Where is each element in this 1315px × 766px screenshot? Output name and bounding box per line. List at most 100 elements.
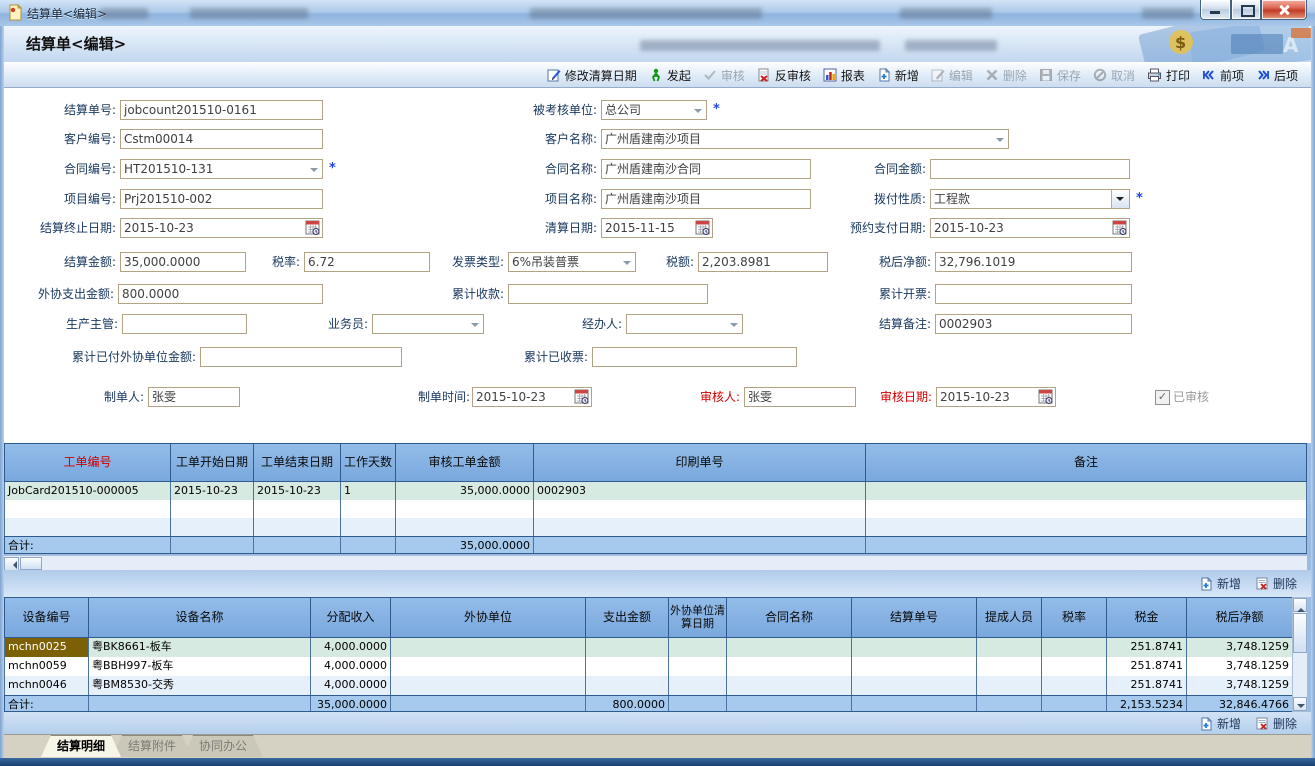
- unaudit-button[interactable]: 反审核: [752, 64, 816, 86]
- scroll-down-button[interactable]: [1293, 697, 1307, 711]
- previous-item-button[interactable]: 前项: [1197, 64, 1249, 86]
- column-header[interactable]: 工单开始日期: [171, 444, 254, 481]
- chevron-down-icon[interactable]: [694, 109, 702, 117]
- audit-button[interactable]: 审核: [698, 64, 750, 86]
- column-header[interactable]: 外协单位清算日期: [669, 598, 727, 637]
- footer-delete-button[interactable]: 删除: [1255, 715, 1297, 732]
- tab-collaboration[interactable]: 协同办公: [183, 735, 263, 757]
- scrollbar-thumb[interactable]: [1293, 613, 1307, 653]
- modify-liquidation-date-button[interactable]: 修改清算日期: [542, 64, 642, 86]
- chevron-down-icon[interactable]: [996, 138, 1004, 146]
- outsourcing-expense-input[interactable]: 800.0000: [118, 284, 323, 304]
- scrollbar-thumb[interactable]: [20, 557, 42, 570]
- horizontal-scrollbar[interactable]: [4, 555, 1307, 571]
- print-button[interactable]: 打印: [1142, 64, 1195, 86]
- minimize-button[interactable]: [1200, 0, 1231, 20]
- net-after-tax-input[interactable]: 32,796.1019: [935, 252, 1132, 272]
- maximize-button[interactable]: [1231, 0, 1261, 20]
- column-header[interactable]: 税后净额: [1187, 598, 1293, 637]
- workorder-row-empty[interactable]: [4, 518, 1307, 536]
- chevron-down-icon[interactable]: [471, 323, 479, 331]
- cancel-button[interactable]: 取消: [1088, 64, 1140, 86]
- audit-date-input[interactable]: 2015-10-23: [936, 387, 1056, 407]
- next-item-button[interactable]: 后项: [1251, 64, 1303, 86]
- liquidation-date-input[interactable]: 2015-11-15: [601, 218, 713, 238]
- vertical-scrollbar[interactable]: [1292, 597, 1308, 712]
- settle-amount-input[interactable]: 35,000.0000: [120, 252, 246, 272]
- column-header[interactable]: 设备名称: [89, 598, 311, 637]
- close-button[interactable]: [1261, 0, 1307, 20]
- received-invoices-total-input[interactable]: [592, 347, 797, 367]
- footer-add-button[interactable]: 新增: [1199, 715, 1241, 732]
- contract-amount-input[interactable]: [930, 159, 1130, 179]
- assessed-unit-dropdown[interactable]: 总公司: [601, 100, 707, 120]
- accumulated-invoiced-input[interactable]: [935, 284, 1132, 304]
- tab-settlement-detail[interactable]: 结算明细: [41, 735, 121, 757]
- equipment-add-button[interactable]: 新增: [1199, 575, 1241, 592]
- calendar-icon[interactable]: [695, 220, 711, 238]
- scroll-left-button[interactable]: [4, 557, 19, 571]
- column-header[interactable]: 支出金额: [586, 598, 669, 637]
- audited-checkbox[interactable]: ✓: [1155, 390, 1170, 405]
- contract-no-dropdown[interactable]: HT201510-131: [120, 159, 323, 179]
- report-button[interactable]: 报表: [818, 64, 870, 86]
- customer-no-input[interactable]: Cstm00014: [120, 129, 323, 149]
- column-header[interactable]: 备注: [866, 444, 1307, 481]
- column-header[interactable]: 外协单位: [391, 598, 586, 637]
- new-button[interactable]: 新增: [872, 64, 924, 86]
- project-name-input[interactable]: 广州盾建南沙项目: [601, 189, 811, 209]
- tab-settlement-attachment[interactable]: 结算附件: [112, 735, 192, 757]
- initiate-button[interactable]: 发起: [644, 64, 696, 86]
- equipment-delete-button[interactable]: 删除: [1255, 575, 1297, 592]
- calendar-icon[interactable]: [1038, 389, 1054, 407]
- project-no-input[interactable]: Prj201510-002: [120, 189, 323, 209]
- dropdown-button[interactable]: [1111, 190, 1129, 208]
- reserved-pay-date-input[interactable]: 2015-10-23: [930, 218, 1130, 238]
- column-header[interactable]: 合同名称: [727, 598, 852, 637]
- chevron-down-icon[interactable]: [730, 323, 738, 331]
- chevron-down-icon[interactable]: [623, 261, 631, 269]
- create-time-input[interactable]: 2015-10-23: [472, 387, 592, 407]
- settle-end-date-input[interactable]: 2015-10-23: [120, 218, 323, 238]
- equipment-row[interactable]: mchn0046 粤BM8530-交秀 4,000.0000 251.8741 …: [4, 676, 1292, 695]
- delete-button[interactable]: 删除: [980, 64, 1032, 86]
- chevron-down-icon[interactable]: [310, 168, 318, 176]
- creator-input[interactable]: 张雯: [148, 387, 240, 407]
- total-tax: 2,153.5234: [1107, 696, 1187, 711]
- column-header[interactable]: 提成人员: [977, 598, 1042, 637]
- settle-remark-input[interactable]: 0002903: [935, 314, 1132, 334]
- equipment-row-selected[interactable]: mchn0025 粤BK8661-板车 4,000.0000 251.8741 …: [4, 638, 1292, 657]
- column-header[interactable]: 设备编号: [5, 598, 89, 637]
- auditor-input[interactable]: 张雯: [744, 387, 856, 407]
- calendar-icon[interactable]: [574, 389, 590, 407]
- column-header[interactable]: 工单编号: [5, 444, 171, 481]
- calendar-icon[interactable]: [305, 220, 321, 238]
- save-button[interactable]: 保存: [1034, 64, 1086, 86]
- handler-dropdown[interactable]: [626, 314, 743, 334]
- invoice-type-dropdown[interactable]: 6%吊装普票: [508, 252, 636, 272]
- tax-amount-input[interactable]: 2,203.8981: [698, 252, 828, 272]
- workorder-row-selected[interactable]: JobCard201510-000005 2015-10-23 2015-10-…: [4, 482, 1307, 500]
- customer-name-dropdown[interactable]: 广州盾建南沙项目: [601, 129, 1009, 149]
- production-manager-input[interactable]: [122, 314, 247, 334]
- scroll-up-button[interactable]: [1293, 598, 1307, 612]
- settlement-no-input[interactable]: jobcount201510-0161: [120, 100, 323, 120]
- payment-nature-combobox[interactable]: 工程款: [930, 189, 1130, 209]
- accumulated-receipts-input[interactable]: [508, 284, 708, 304]
- workorder-row-empty[interactable]: [4, 500, 1307, 518]
- column-header[interactable]: 税率: [1042, 598, 1107, 637]
- column-header[interactable]: 结算单号: [852, 598, 977, 637]
- equipment-row[interactable]: mchn0059 粤BBH997-板车 4,000.0000 251.8741 …: [4, 657, 1292, 676]
- calendar-icon[interactable]: [1112, 220, 1128, 238]
- paid-outsourcing-total-input[interactable]: [200, 347, 402, 367]
- edit-button[interactable]: 编辑: [926, 64, 978, 86]
- column-header[interactable]: 工单结束日期: [254, 444, 341, 481]
- column-header[interactable]: 工作天数: [341, 444, 396, 481]
- column-header[interactable]: 分配收入: [311, 598, 391, 637]
- salesman-dropdown[interactable]: [372, 314, 484, 334]
- tax-rate-input[interactable]: 6.72: [304, 252, 430, 272]
- column-header[interactable]: 审核工单金额: [396, 444, 534, 481]
- column-header[interactable]: 印刷单号: [534, 444, 866, 481]
- contract-name-input[interactable]: 广州盾建南沙合同: [601, 159, 811, 179]
- column-header[interactable]: 税金: [1107, 598, 1187, 637]
